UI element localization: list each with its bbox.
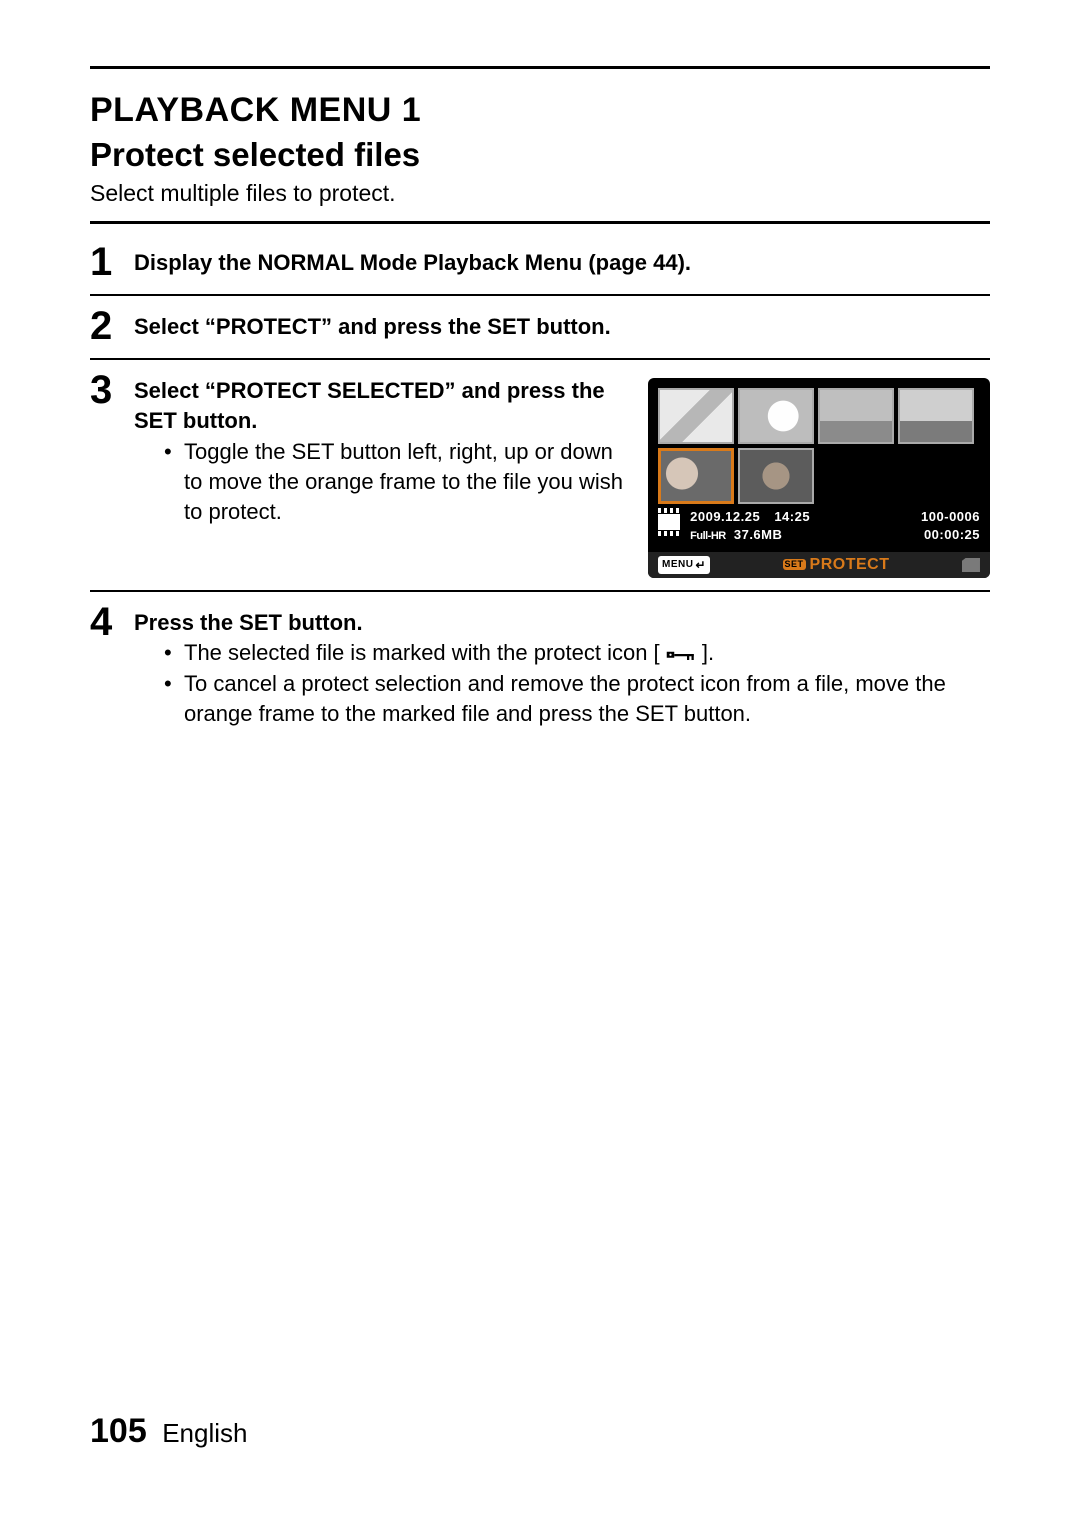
thumbnail <box>658 388 734 444</box>
page-subtitle: Protect selected files <box>90 136 990 174</box>
page-language: English <box>162 1418 247 1448</box>
set-protect-label: SET PROTECT <box>783 554 890 576</box>
menu-label: MENU <box>662 558 693 572</box>
page-number: 105 <box>90 1412 147 1450</box>
bullet-dot: • <box>164 437 174 528</box>
rule-top <box>90 66 990 69</box>
lead-text: Select multiple files to protect. <box>90 180 990 207</box>
bullet-text-a: The selected file is marked with the pro… <box>184 640 660 665</box>
screen-footer: MENU↵ SET PROTECT <box>648 552 990 578</box>
bullet-text: The selected file is marked with the pro… <box>184 638 714 668</box>
bullet-dot: • <box>164 669 174 730</box>
thumbnail <box>818 388 894 444</box>
file-date: 2009.12.25 <box>690 509 760 524</box>
page-footer: 105 English <box>90 1412 247 1451</box>
file-size: 37.6MB <box>734 527 783 542</box>
set-badge: SET <box>783 559 806 570</box>
step-4: 4 Press the SET button. • The selected f… <box>90 592 990 729</box>
thumbnail-grid <box>658 388 974 504</box>
file-duration: 00:00:25 <box>921 526 980 544</box>
step-title: Display the NORMAL Mode Playback Menu (p… <box>134 250 691 275</box>
step-2: 2 Select “PROTECT” and press the SET but… <box>90 296 990 346</box>
manual-page: PLAYBACK MENU 1 Protect selected files S… <box>0 0 1080 1521</box>
page-title: PLAYBACK MENU 1 <box>90 91 990 130</box>
bullet: • The selected file is marked with the p… <box>164 638 990 668</box>
thumbnail-selected <box>658 448 734 504</box>
file-time: 14:25 <box>774 509 810 524</box>
sd-card-icon <box>962 558 980 572</box>
bullet-text-b: ]. <box>702 640 714 665</box>
step-1: 1 Display the NORMAL Mode Playback Menu … <box>90 232 990 282</box>
info-bar: 2009.12.25 14:25 Full-HR 37.6MB 100-0006… <box>658 508 980 544</box>
step-number: 1 <box>90 242 118 282</box>
thumbnail <box>738 448 814 504</box>
menu-pill: MENU↵ <box>658 556 710 574</box>
thumbnail <box>738 388 814 444</box>
step-title: Select “PROTECT” and press the SET butto… <box>134 314 611 339</box>
step-number: 3 <box>90 370 118 410</box>
step-title: Press the SET button. <box>134 608 990 638</box>
bullet: • Toggle the SET button left, right, up … <box>164 437 624 528</box>
rule-1 <box>90 221 990 224</box>
mode-label: Full-HR <box>690 530 726 542</box>
bullet-text: Toggle the SET button left, right, up or… <box>184 437 624 528</box>
protect-key-icon <box>666 641 696 659</box>
camera-screen: 2009.12.25 14:25 Full-HR 37.6MB 100-0006… <box>648 378 990 578</box>
step-3: 3 Select “PROTECT SELECTED” and press th… <box>90 360 990 578</box>
bullet-text: To cancel a protect selection and remove… <box>184 669 990 730</box>
film-icon <box>658 508 680 536</box>
protect-label: PROTECT <box>810 554 890 576</box>
step-number: 4 <box>90 602 118 642</box>
return-icon: ↵ <box>695 557 706 574</box>
bullet: • To cancel a protect selection and remo… <box>164 669 990 730</box>
step-number: 2 <box>90 306 118 346</box>
thumbnail <box>898 388 974 444</box>
bullet-dot: • <box>164 638 174 668</box>
file-number: 100-0006 <box>921 508 980 526</box>
step-title: Select “PROTECT SELECTED” and press the … <box>134 376 624 437</box>
